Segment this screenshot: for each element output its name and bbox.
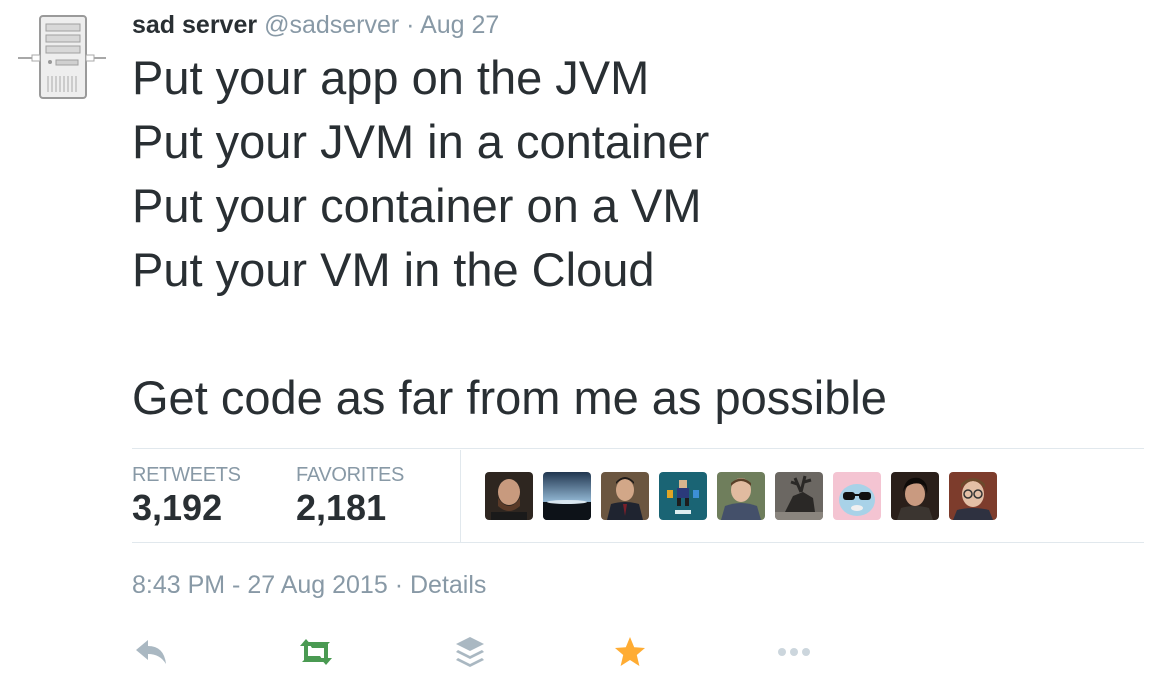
- tweet-text: Put your app on the JVM Put your JVM in …: [132, 46, 1132, 430]
- sunset-landscape-avatar[interactable]: [543, 472, 591, 520]
- author-handle[interactable]: @sadserver: [264, 11, 399, 39]
- retweets-label: RETWEETS: [132, 464, 241, 486]
- author-name[interactable]: sad server: [132, 11, 257, 39]
- favorites-count: 2,181: [296, 487, 387, 528]
- reply-button[interactable]: [132, 634, 172, 670]
- more-button[interactable]: [774, 634, 814, 670]
- author-avatar[interactable]: [14, 10, 110, 102]
- tweet-line: Put your container on a VM: [132, 179, 702, 232]
- tweet-line: Put your JVM in a container: [132, 115, 710, 168]
- tweet-actions: [132, 630, 852, 674]
- tweet-header: sad server @sadserver · Aug 27: [132, 8, 499, 42]
- server-tower-icon: [18, 15, 106, 99]
- bald-bearded-man-avatar[interactable]: [485, 472, 533, 520]
- man-outdoors-avatar[interactable]: [717, 472, 765, 520]
- favorites-label: FAVORITES: [296, 464, 405, 486]
- dark-haired-man-avatar[interactable]: [891, 472, 939, 520]
- header-separator: ·: [406, 11, 415, 39]
- tweet-timestamp: 8:43 PM - 27 Aug 2015 · Details: [132, 568, 486, 602]
- details-link[interactable]: Details: [410, 571, 486, 599]
- man-with-glasses-avatar[interactable]: [949, 472, 997, 520]
- favorites-stat[interactable]: FAVORITES 2,181: [296, 462, 404, 528]
- pixel-character-avatar[interactable]: [659, 472, 707, 520]
- stats-top-divider: [132, 448, 1144, 449]
- tweet-time[interactable]: 8:43 PM - 27 Aug 2015: [132, 571, 388, 599]
- buffer-button[interactable]: [450, 634, 490, 670]
- retweet-icon: [300, 639, 332, 665]
- stats-separator: [460, 450, 461, 542]
- cartoon-bird-sunglasses-avatar[interactable]: [833, 472, 881, 520]
- tweet-line: Put your app on the JVM: [132, 51, 650, 104]
- reply-icon: [136, 640, 166, 664]
- tweet-stats: RETWEETS 3,192 FAVORITES 2,181: [132, 450, 1144, 542]
- tweet-line: Put your VM in the Cloud: [132, 243, 655, 296]
- more-dots-icon: [778, 648, 810, 656]
- retweets-count: 3,192: [132, 487, 223, 528]
- timestamp-separator: ·: [394, 571, 404, 599]
- tweet-line: Get code as far from me as possible: [132, 371, 887, 424]
- retweets-stat[interactable]: RETWEETS 3,192: [132, 462, 241, 528]
- man-in-suit-avatar[interactable]: [601, 472, 649, 520]
- stats-bottom-divider: [132, 542, 1144, 543]
- tweet-date[interactable]: Aug 27: [420, 11, 499, 39]
- star-icon: [615, 637, 645, 666]
- favoriter-avatars: [485, 472, 1007, 520]
- buffer-stack-icon: [456, 637, 484, 667]
- elk-sculpture-avatar[interactable]: [775, 472, 823, 520]
- favorite-button[interactable]: [610, 634, 650, 670]
- retweet-button[interactable]: [296, 634, 336, 670]
